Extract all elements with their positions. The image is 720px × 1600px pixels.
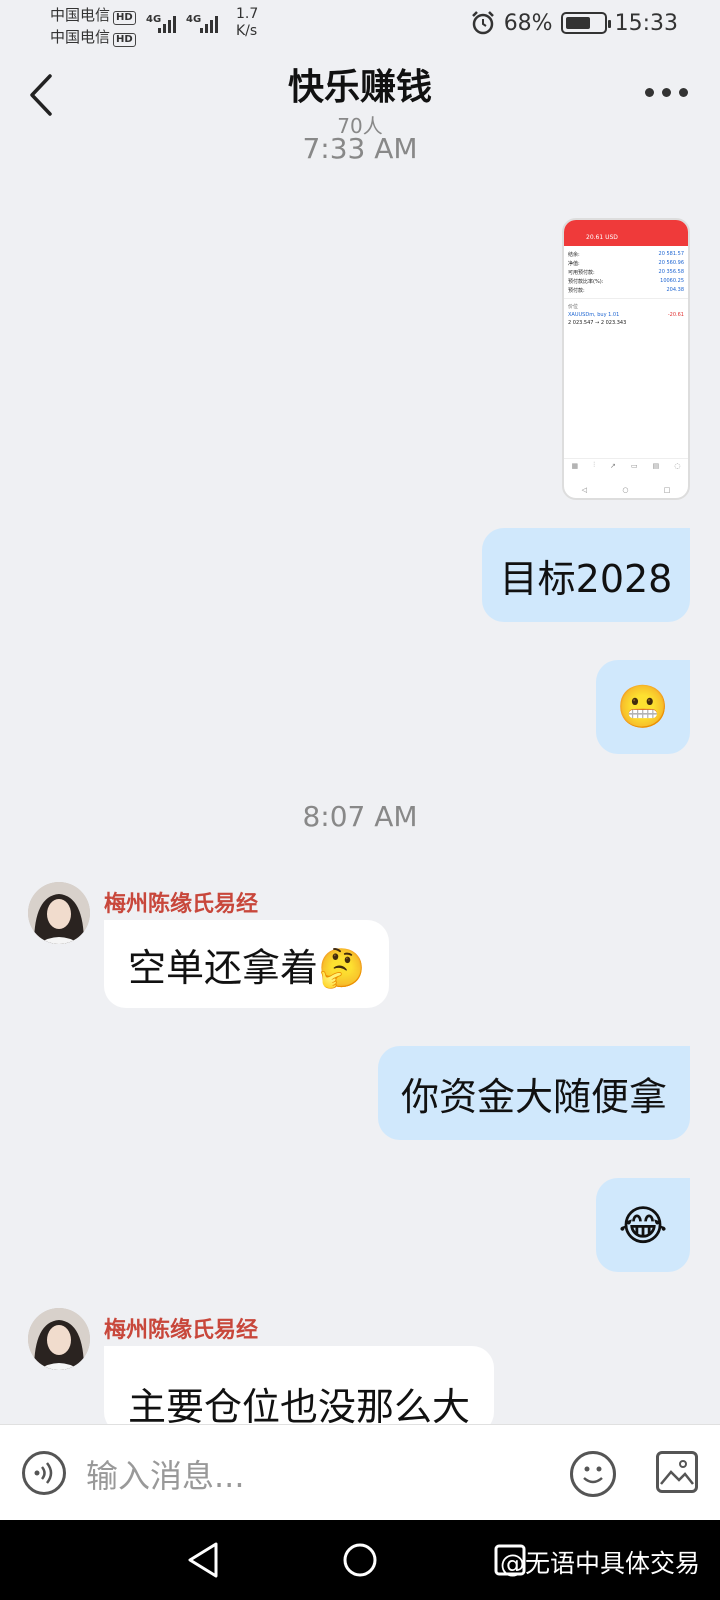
thumb-position-price: 2 023.547 → 2 023.343 <box>568 320 627 326</box>
message-bubble-outgoing[interactable]: 😂 <box>596 1178 690 1272</box>
group-title: 快乐赚钱 <box>287 67 432 108</box>
thumb-row-value: 10060.25 <box>660 278 684 284</box>
thumb-row-label: 预付款: <box>568 288 585 294</box>
message-text: 主要仓位也没那么大 <box>128 1385 471 1429</box>
thumb-row-label: 净值: <box>568 261 580 267</box>
message-bubble-outgoing[interactable]: 你资金大随便拿 <box>378 1046 690 1140</box>
message-text: 你资金大随便拿 <box>400 1074 667 1119</box>
avatar[interactable] <box>28 882 90 944</box>
avatar-image <box>28 1308 90 1370</box>
thumb-row-value: 20 356.58 <box>658 269 684 275</box>
hd-badge: HD <box>113 11 136 25</box>
message-bubble-outgoing[interactable]: 😬 <box>596 660 690 754</box>
system-navigation-bar: @无语中具体交易 <box>0 1520 720 1600</box>
message-bubble-outgoing[interactable]: 目标2028 <box>482 528 690 622</box>
watermark: @无语中具体交易 <box>499 1549 700 1578</box>
thumb-topbar: 20.61 USD <box>564 220 688 246</box>
nav-back-icon[interactable] <box>186 1540 222 1580</box>
thumb-account-row: 净值: 20 560.96 <box>564 259 688 268</box>
signal-2-icon: 4G <box>186 14 218 33</box>
net-speed: 1.7 K/s <box>236 6 258 40</box>
clock: 15:33 <box>614 10 678 36</box>
thumb-account: 20.61 USD <box>586 234 618 241</box>
thumb-row-value: 204.38 <box>666 287 685 293</box>
thumb-row-value: 20 581.57 <box>658 251 684 257</box>
nav-home-icon[interactable] <box>340 1540 380 1580</box>
net-speed-value: 1.7 <box>236 6 259 22</box>
hd-badge: HD <box>113 33 136 47</box>
carrier-1: 中国电信 HD <box>50 4 136 25</box>
thumb-row-label: 结余: <box>568 252 580 258</box>
thumb-row-label: 预付款比率(%): <box>568 279 604 285</box>
sender-name[interactable]: 梅州陈缘氏易经 <box>104 886 258 918</box>
thumb-account-row: 预付款比率(%): 10060.25 <box>564 277 688 286</box>
thumb-rows: 结余: 20 581.57 净值: 20 560.96 可用预付款: 20 356.58 预… <box>564 250 688 295</box>
message-input[interactable]: 输入消息... <box>86 1451 245 1497</box>
thumb-account-row: 结余: 20 581.57 <box>564 250 688 259</box>
emoji-picker-icon[interactable] <box>570 1451 616 1497</box>
thumb-position: XAUUSDm, buy 1.01 -20.61 <box>564 311 688 319</box>
thumb-position-symbol: XAUUSDm, buy 1.01 <box>568 312 620 318</box>
carrier-2-label: 中国电信 <box>50 28 111 46</box>
net-type-1: 4G <box>146 14 161 25</box>
thumb-position-price-row: 2 023.547 → 2 023.343 <box>564 319 688 327</box>
net-speed-unit: K/s <box>236 23 258 39</box>
thumb-row-label: 可用预付款: <box>568 270 595 276</box>
thumb-nav: ◁ ○ □ <box>581 486 671 494</box>
battery-icon <box>560 12 611 34</box>
avatar-image <box>28 882 90 944</box>
thumb-account-row: 可用预付款: 20 356.58 <box>564 268 688 277</box>
image-picker-icon[interactable] <box>656 1451 698 1493</box>
laughing-tears-emoji-icon: 😂 <box>618 1200 668 1250</box>
message-input-bar: 输入消息... <box>0 1424 720 1520</box>
image-message-thumbnail[interactable]: 20.61 USD 结余: 20 581.57 净值: 20 560.96 可用预付款:… <box>562 218 690 500</box>
thumb-position-profit: -20.61 <box>667 312 684 318</box>
carrier-1-label: 中国电信 <box>50 6 111 24</box>
grimacing-emoji-icon: 😬 <box>616 682 670 731</box>
sender-name[interactable]: 梅州陈缘氏易经 <box>104 1312 258 1344</box>
battery-percent: 68% <box>503 10 553 36</box>
net-type-2: 4G <box>186 14 201 25</box>
message-text: 空单还拿着🤔 <box>128 945 366 990</box>
message-text: 目标2028 <box>499 556 673 601</box>
thumb-tabbar: ▦ ⫶ ↗ ▭ ▤ ◌ <box>564 458 688 472</box>
avatar[interactable] <box>28 1308 90 1370</box>
status-right: 68% 15:33 <box>470 10 678 36</box>
alarm-icon <box>471 11 494 35</box>
thumb-row-value: 20 560.96 <box>658 260 684 266</box>
thumb-position-label: 价位 <box>564 298 688 311</box>
message-bubble-incoming[interactable]: 主要仓位也没那么大 <box>104 1346 495 1434</box>
status-bar: 中国电信 HD 中国电信 HD 4G 4G 1.7 K/s 68% 15:33 <box>0 0 720 48</box>
more-options-icon[interactable] <box>645 88 688 97</box>
signal-1-icon: 4G <box>146 14 176 33</box>
voice-input-icon[interactable] <box>22 1451 66 1495</box>
timestamp: 7:33 AM <box>302 132 418 165</box>
carrier-2: 中国电信 HD <box>50 26 136 47</box>
thumb-account-row: 预付款: 204.38 <box>564 286 688 295</box>
message-bubble-incoming[interactable]: 空单还拿着🤔 <box>104 920 390 1008</box>
timestamp: 8:07 AM <box>302 800 418 833</box>
